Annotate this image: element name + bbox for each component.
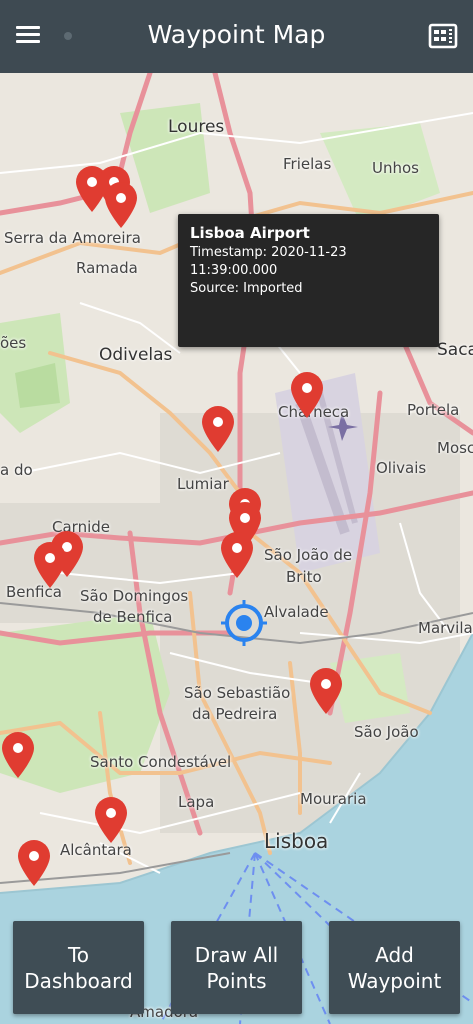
- place-label: Mouraria: [300, 790, 367, 808]
- add-waypoint-button[interactable]: Add Waypoint: [329, 921, 460, 1014]
- app-bar: Waypoint Map: [0, 0, 473, 73]
- place-label: a do: [0, 461, 33, 479]
- place-label: da Pedreira: [192, 705, 278, 723]
- place-label: São João de: [264, 546, 353, 564]
- place-label: Frielas: [283, 155, 332, 173]
- ticket-icon[interactable]: [427, 20, 459, 52]
- waypoint-pin-icon[interactable]: [16, 839, 52, 887]
- place-label: Odivelas: [99, 345, 173, 365]
- place-label: São João: [354, 723, 419, 741]
- waypoint-pin-icon[interactable]: [0, 731, 36, 779]
- waypoint-pin-icon[interactable]: [219, 531, 255, 579]
- add-waypoint-label: Add Waypoint: [347, 942, 442, 993]
- waypoint-pin-icon[interactable]: [93, 796, 129, 844]
- place-label: Serra da Amoreira: [4, 229, 141, 247]
- place-label: Santo Condestável: [90, 753, 232, 771]
- page-title: Waypoint Map: [147, 20, 326, 49]
- place-label: Brito: [286, 568, 322, 586]
- waypoint-pin-icon[interactable]: [32, 541, 68, 589]
- place-label: Lapa: [178, 793, 215, 811]
- place-label: Mosc: [437, 439, 473, 457]
- waypoint-pin-icon[interactable]: [289, 371, 325, 419]
- draw-all-points-label: Draw All Points: [194, 942, 279, 993]
- place-label: Marvila: [418, 619, 473, 637]
- to-dashboard-button[interactable]: To Dashboard: [13, 921, 144, 1014]
- to-dashboard-label: To Dashboard: [24, 942, 133, 993]
- place-label: Loures: [168, 117, 225, 137]
- waypoint-pin-icon[interactable]: [200, 405, 236, 453]
- place-label: São Sebastião: [184, 684, 291, 702]
- place-label: Ramada: [76, 259, 138, 277]
- popup-source: Source: Imported: [190, 281, 303, 296]
- popup-timestamp-time: 11:39:00.000: [190, 263, 278, 278]
- place-label: Unhos: [372, 159, 419, 177]
- place-label: Alvalade: [264, 603, 329, 621]
- place-label: São Domingos: [80, 587, 189, 605]
- place-label: Olivais: [376, 459, 427, 477]
- place-label: de Benfica: [93, 608, 173, 626]
- place-label: Sacav: [437, 340, 473, 360]
- draw-all-points-button[interactable]: Draw All Points: [171, 921, 302, 1014]
- place-label: Lumiar: [177, 475, 229, 493]
- waypoint-info-popup: Lisboa Airport Timestamp: 2020-11-23 11:…: [178, 214, 439, 347]
- current-location-icon: [221, 600, 267, 646]
- place-label: ões: [0, 334, 27, 352]
- popup-title: Lisboa Airport: [190, 224, 310, 242]
- popup-timestamp: Timestamp: 2020-11-23: [190, 245, 347, 260]
- waypoint-pin-icon[interactable]: [308, 667, 344, 715]
- waypoint-pin-icon[interactable]: [103, 181, 139, 229]
- place-label: Lisboa: [264, 829, 329, 853]
- place-label: Portela: [407, 401, 460, 419]
